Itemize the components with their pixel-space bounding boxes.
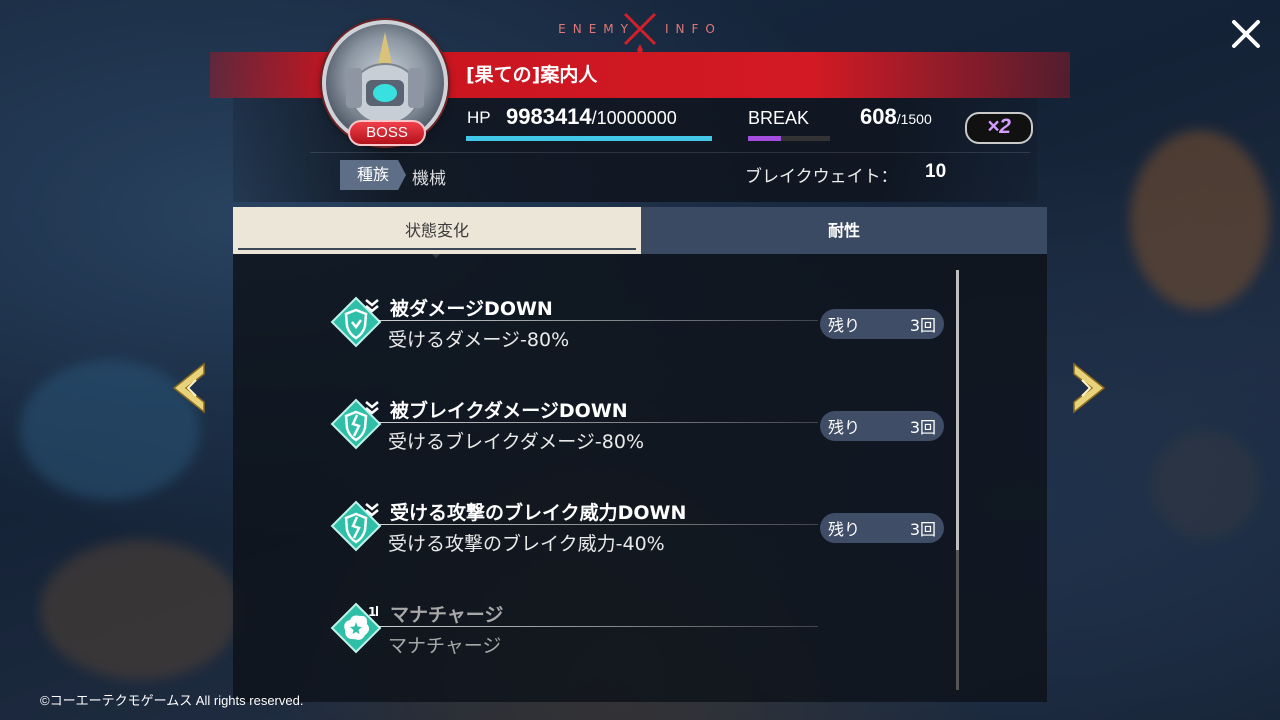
remaining-label: 残り bbox=[828, 418, 861, 437]
effect-title: 被ダメージDOWN bbox=[390, 298, 553, 320]
effect-title: マナチャージ bbox=[390, 604, 504, 626]
remaining-count-badge: 残り 3回 bbox=[820, 309, 944, 339]
hp-max: /10000000 bbox=[591, 108, 677, 128]
hp-value: 9983414/10000000 bbox=[506, 104, 677, 130]
tab-resistance[interactable]: 耐性 bbox=[641, 207, 1047, 254]
effect-title: 被ブレイクダメージDOWN bbox=[390, 400, 628, 422]
race-value: 機械 bbox=[412, 169, 446, 189]
divider bbox=[310, 152, 1030, 153]
copyright-text: ©コーエーテクモゲームス All rights reserved. bbox=[40, 693, 304, 708]
effect-description: 受けるダメージ-80% bbox=[388, 329, 570, 351]
race-label: 種族 bbox=[340, 160, 406, 190]
remaining-value: 3回 bbox=[909, 316, 936, 335]
effect-description: 受けるブレイクダメージ-80% bbox=[388, 431, 644, 453]
divider bbox=[378, 320, 818, 321]
hp-bar bbox=[466, 136, 712, 141]
tab-status-change[interactable]: 状態変化 bbox=[233, 207, 641, 254]
close-icon bbox=[1232, 20, 1260, 48]
hp-current: 9983414 bbox=[506, 104, 592, 129]
list-item: 1 マナチャージ マナチャージ bbox=[330, 602, 950, 682]
list-item: 受ける攻撃のブレイク威力DOWN 受ける攻撃のブレイク威力-40% 残り 3回 bbox=[330, 500, 950, 580]
boss-badge: BOSS bbox=[348, 120, 426, 146]
broken-shield-down-icon bbox=[330, 398, 382, 450]
effect-description: 受ける攻撃のブレイク威力-40% bbox=[388, 533, 665, 555]
divider bbox=[378, 626, 818, 627]
remaining-count-badge: 残り 3回 bbox=[820, 513, 944, 543]
remaining-label: 残り bbox=[828, 520, 861, 539]
effect-title: 受ける攻撃のブレイク威力DOWN bbox=[390, 502, 687, 524]
break-weight-value: 10 bbox=[925, 161, 947, 182]
chevron-left-icon[interactable] bbox=[168, 360, 208, 416]
scrollbar-thumb[interactable] bbox=[956, 270, 959, 550]
break-multiplier-badge: ×2 bbox=[965, 112, 1033, 144]
break-bar-fill bbox=[748, 136, 782, 141]
break-label: BREAK bbox=[748, 108, 810, 128]
chevron-right-icon[interactable] bbox=[1070, 360, 1110, 416]
break-bar bbox=[748, 136, 830, 141]
divider bbox=[378, 422, 818, 423]
break-max: /1500 bbox=[896, 111, 932, 127]
enemy-name: [果ての]案内人 bbox=[466, 64, 598, 86]
remaining-label: 残り bbox=[828, 316, 861, 335]
list-item: 被ダメージDOWN 受けるダメージ-80% 残り 3回 bbox=[330, 296, 950, 376]
divider bbox=[378, 524, 818, 525]
remaining-value: 3回 bbox=[909, 418, 936, 437]
break-value: 608/1500 bbox=[860, 104, 932, 130]
shield-down-icon bbox=[330, 296, 382, 348]
close-button[interactable] bbox=[1226, 14, 1266, 54]
remaining-count-badge: 残り 3回 bbox=[820, 411, 944, 441]
list-item: 被ブレイクダメージDOWN 受けるブレイクダメージ-80% 残り 3回 bbox=[330, 398, 950, 478]
crossed-swords-icon bbox=[623, 12, 657, 56]
title-info: INFO bbox=[664, 22, 722, 36]
mana-charge-icon: 1 bbox=[330, 602, 382, 654]
hp-bar-fill bbox=[466, 136, 712, 141]
hp-label: HP bbox=[467, 108, 491, 127]
break-weight-label: ブレイクウェイト： bbox=[745, 167, 898, 187]
svg-text:1: 1 bbox=[368, 605, 376, 619]
broken-shield-down-icon bbox=[330, 500, 382, 552]
remaining-value: 3回 bbox=[909, 520, 936, 539]
effect-description: マナチャージ bbox=[388, 635, 502, 657]
break-current: 608 bbox=[860, 104, 897, 129]
